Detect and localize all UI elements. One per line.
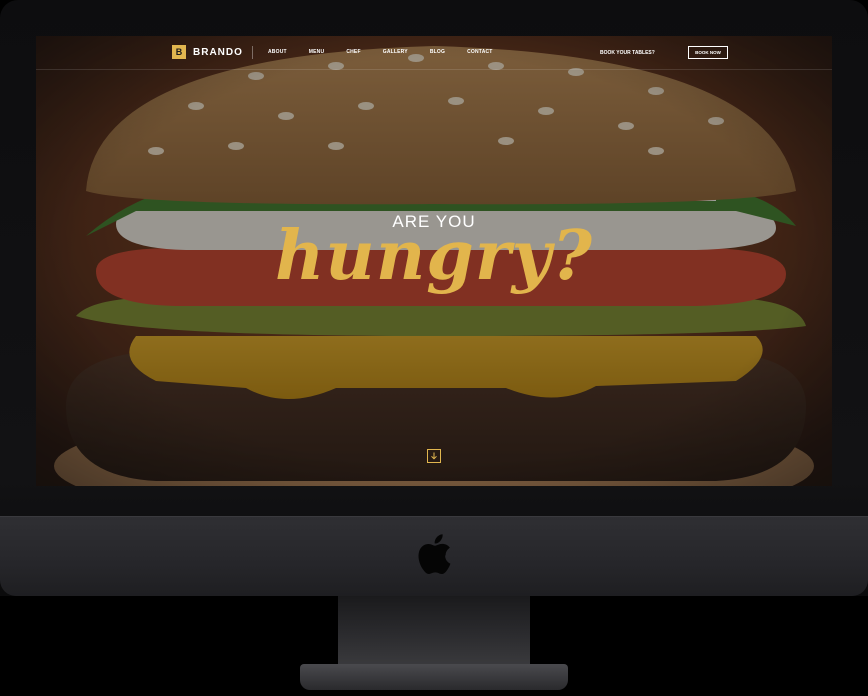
website-screen: B BRANDO ABOUT MENU CHEF GALLERY BLOG CO… xyxy=(36,36,832,486)
nav-item-chef[interactable]: CHEF xyxy=(346,49,360,55)
brand-logo[interactable]: B BRANDO xyxy=(172,45,243,59)
nav-divider xyxy=(252,46,253,59)
hero-title: hungry? xyxy=(274,216,594,296)
nav-item-gallery[interactable]: GALLERY xyxy=(383,49,408,55)
imac-foot xyxy=(300,664,568,690)
imac-stand xyxy=(338,596,530,666)
book-tables-label: BOOK YOUR TABLES? xyxy=(600,50,655,56)
nav-menu: ABOUT MENU CHEF GALLERY BLOG CONTACT xyxy=(268,49,515,55)
brand-name: BRANDO xyxy=(193,46,243,58)
nav-item-contact[interactable]: CONTACT xyxy=(467,49,492,55)
scroll-down-button[interactable] xyxy=(427,449,441,463)
arrow-down-icon xyxy=(431,452,437,460)
nav-item-about[interactable]: ABOUT xyxy=(268,49,287,55)
top-navigation: B BRANDO ABOUT MENU CHEF GALLERY BLOG CO… xyxy=(36,36,832,70)
nav-item-blog[interactable]: BLOG xyxy=(430,49,445,55)
brand-mark: B xyxy=(172,45,186,59)
apple-logo-icon xyxy=(418,534,451,575)
imac-mockup: B BRANDO ABOUT MENU CHEF GALLERY BLOG CO… xyxy=(0,0,868,696)
book-now-button[interactable]: BOOK NOW xyxy=(688,46,728,59)
nav-item-menu[interactable]: MENU xyxy=(309,49,325,55)
